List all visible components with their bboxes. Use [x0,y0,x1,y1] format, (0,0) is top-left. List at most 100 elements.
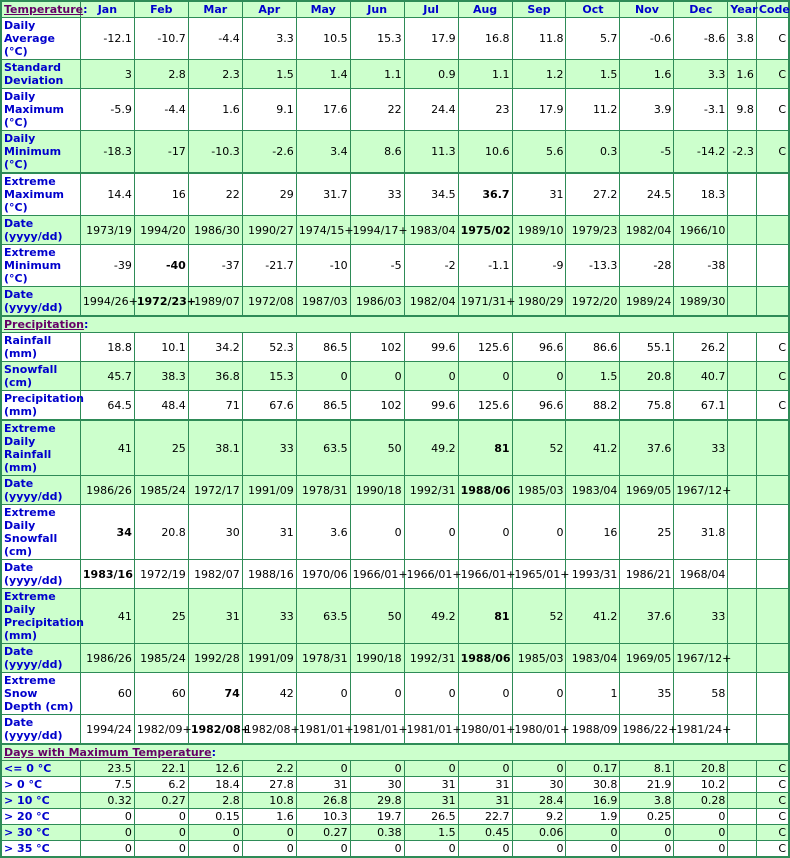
value-cell: 1965/01+ [511,559,569,589]
value-cell: 37.6 [619,419,675,476]
year-cell [727,672,757,715]
value-cell: 34.5 [403,172,459,216]
row-label: Extreme Minimum (°C) [0,244,81,287]
value-cell: 17.6 [295,88,351,131]
value-cell: 27.8 [241,776,297,793]
year-cell [727,172,757,216]
value-cell: 9.1 [241,88,297,131]
month-header: Mar [187,0,243,18]
value-cell: 16 [133,172,189,216]
value-cell: 34 [79,504,135,560]
row-label: Rainfall (mm) [0,332,81,362]
year-cell [727,332,757,362]
value-cell: 86.5 [295,332,351,362]
value-cell: -5.9 [79,88,135,131]
value-cell: 0.15 [187,808,243,825]
value-cell: -17 [133,130,189,174]
row-label: Date (yyyy/dd) [0,714,81,745]
value-cell: 67.6 [241,390,297,421]
table-row: > 10 °C 0.32 0.27 2.8 10.8 26.8 29.8 31 31 28.4 16… [0,792,790,809]
value-cell: 25 [133,419,189,476]
value-cell: 16.9 [565,792,621,809]
code-cell: C [755,361,790,391]
row-label: > 20 °C [0,808,81,825]
value-cell: -10 [295,244,351,287]
value-cell: -3.1 [673,88,729,131]
value-cell: 22 [349,88,405,131]
code-cell [755,643,790,673]
value-cell: 0 [457,504,513,560]
value-cell: 37.6 [619,588,675,644]
value-cell: 0.28 [673,792,729,809]
value-cell: -10.7 [133,17,189,60]
table-row: > 30 °C 0 0 0 0 0.27 0.38 1.5 0.45 0.06 0 0 0 C [0,824,790,841]
value-cell: 8.1 [619,760,675,777]
year-cell [727,559,757,589]
value-cell: 86.5 [295,390,351,421]
value-cell: 1.6 [187,88,243,131]
year-cell: 9.8 [727,88,757,131]
value-cell: 1983/04 [565,643,621,673]
value-cell: 29.8 [349,792,405,809]
value-cell: 0.9 [403,59,459,89]
code-cell: C [755,88,790,131]
value-cell: 41 [79,588,135,644]
value-cell: 52.3 [241,332,297,362]
row-label: Extreme Daily Precipitation (mm) [0,588,84,644]
value-cell: 2.3 [187,59,243,89]
value-cell: 20.8 [619,361,675,391]
value-cell: 10.5 [295,17,351,60]
value-cell: 1988/06 [457,643,513,673]
year-cell [727,361,757,391]
code-cell [755,244,790,287]
row-label: <= 0 °C [0,760,81,777]
value-cell: 1986/26 [79,475,135,505]
table-row: Extreme Minimum (°C) -39 -40 -37 -21.7 -10 -5-… [0,244,790,287]
value-cell: 28.4 [511,792,567,809]
value-cell: 15.3 [349,17,405,60]
temperature-section-link[interactable]: Temperature [4,3,83,16]
row-label: Extreme Maximum (°C) [0,172,81,216]
year-cell [727,643,757,673]
value-cell: 1989/07 [187,286,243,317]
value-cell: 81 [457,588,513,644]
table-row: Extreme Maximum (°C) 14.4 16 22 29 31.7 33 34.5… [0,172,790,216]
value-cell: 24.5 [619,172,675,216]
value-cell: -38 [673,244,729,287]
code-cell [755,475,790,505]
value-cell: 24.4 [403,88,459,131]
value-cell: 30 [187,504,243,560]
value-cell: 60 [133,672,189,715]
value-cell: 1.5 [403,824,459,841]
value-cell: 1.4 [295,59,351,89]
value-cell: 41.2 [565,588,621,644]
year-cell [727,419,757,476]
value-cell: 1994/26+ [79,286,138,317]
value-cell: 71 [187,390,243,421]
year-cell [727,824,757,841]
value-cell: 0.27 [295,824,351,841]
value-cell: 1.9 [565,808,621,825]
precipitation-section-link[interactable]: Precipitation [4,318,84,331]
value-cell: 0 [187,824,243,841]
value-cell: 3.4 [295,130,351,174]
value-cell: 10.8 [241,792,297,809]
value-cell: 31 [403,776,459,793]
value-cell: 0 [673,840,729,858]
value-cell: 23.5 [79,760,135,777]
code-cell [755,504,790,560]
value-cell: 3.3 [241,17,297,60]
year-cell: 3.8 [727,17,757,60]
value-cell: 1985/03 [511,643,567,673]
value-cell: 1969/05 [619,475,675,505]
value-cell: 30 [349,776,405,793]
value-cell: 0 [349,840,405,858]
days-max-temp-section-link[interactable]: Days with Maximum Temperature [4,746,212,759]
code-cell [755,419,790,476]
value-cell: 17.9 [403,17,459,60]
value-cell: -10.3 [187,130,243,174]
value-cell: 0 [241,840,297,858]
value-cell: 2.8 [187,792,243,809]
value-cell: 1972/23+ [133,286,196,317]
value-cell: 63.5 [295,419,351,476]
